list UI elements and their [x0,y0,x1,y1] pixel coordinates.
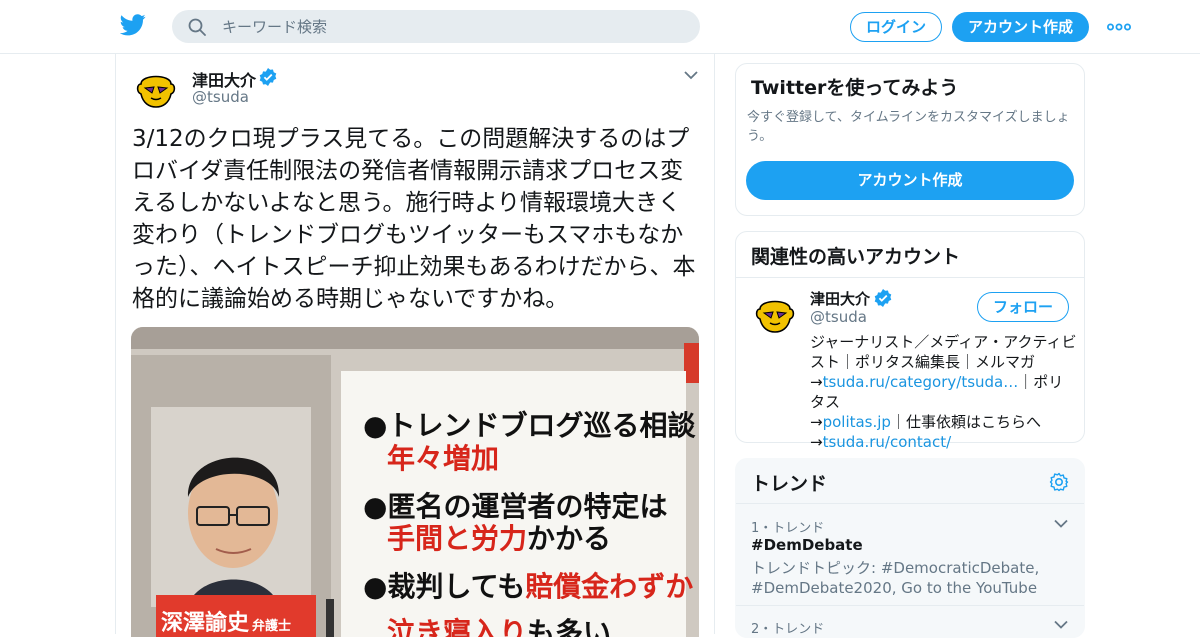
trends-card: トレンド 1・トレンド #DemDebate トレンドトピック: #Democr… [735,458,1085,638]
tweet-media-image[interactable]: ●トレンドブログ巡る相談 年々増加 ●匿名の運営者の特定は 手間と労力かかる ●… [131,327,699,637]
bio-link[interactable]: tsuda.ru/contact/ [823,433,952,451]
trend-hashtag[interactable]: #DemDebate [751,536,863,554]
signup-button[interactable]: アカウント作成 [952,12,1089,42]
signup-card-button[interactable]: アカウント作成 [746,161,1074,200]
related-accounts-card: 関連性の高いアカウント 津田大介 @tsuda フォロー ジャーナリスト／メディ… [735,231,1085,451]
twitter-bird-icon[interactable] [120,14,146,36]
tweet-text: 3/12のクロ現プラス見てる。この問題解決するのはプロバイダ責任制限法の発信者情… [132,126,696,312]
trends-header: トレンド [736,459,1084,504]
related-account-name[interactable]: 津田大介 [810,288,870,309]
verified-badge-icon [259,68,277,86]
author-avatar[interactable] [134,66,178,110]
chevron-down-icon[interactable] [684,70,698,80]
caption-line-6: 泣き寝入りも多い [387,616,612,637]
signup-card-title: Twitterを使ってみよう [751,77,959,99]
napster-logo-icon [754,292,796,334]
tweet-detail: 津田大介 @tsuda 3/12のクロ現プラス見てる。この問題解決するのはプロバ… [115,54,715,637]
gear-icon[interactable] [1049,472,1069,492]
caption-line-5: ●裁判しても賠償金わずか [363,570,694,603]
bio-link[interactable]: tsuda.ru/category/tsuda… [823,373,1019,391]
trends-title: トレンド [751,473,828,495]
search-box[interactable] [172,10,700,43]
trend-item[interactable]: 2・トレンド [736,606,1084,637]
caption-line-2: 年々増加 [387,442,500,475]
chevron-down-icon[interactable] [1054,620,1068,629]
napster-logo-icon [135,67,177,109]
verified-badge-icon [874,289,892,307]
follow-button[interactable]: フォロー [977,292,1069,322]
more-options-icon[interactable] [1107,22,1131,32]
person-name-caption: 深澤諭史 弁護士 [161,610,292,636]
trend-meta: 1・トレンド [751,521,825,536]
search-icon [188,18,206,36]
trend-topics: トレンドトピック: #DemocraticDebate, #DemDebate2… [751,559,1040,597]
top-navigation-bar: ログイン アカウント作成 [0,0,1200,54]
search-input[interactable] [222,10,682,43]
related-account-handle[interactable]: @tsuda [810,308,867,326]
related-accounts-title: 関連性の高いアカウント [751,246,961,268]
author-handle[interactable]: @tsuda [192,88,249,106]
trend-item[interactable]: 1・トレンド #DemDebate トレンドトピック: #DemocraticD… [736,505,1084,606]
trend-meta: 2・トレンド [751,622,825,637]
caption-line-4: 手間と労力かかる [387,522,612,555]
chevron-down-icon[interactable] [1054,519,1068,528]
divider [736,277,1084,278]
login-button[interactable]: ログイン [850,12,942,42]
bio-link[interactable]: politas.jp [823,413,891,431]
signup-card-description: 今すぐ登録して、タイムラインをカスタマイズしましょう。 [747,110,1070,144]
related-account-avatar[interactable] [753,291,797,335]
related-account-bio: ジャーナリスト／メディア・アクティビスト｜ポリタス編集長｜メルマガ →tsuda.… [810,333,1077,451]
signup-card: Twitterを使ってみよう 今すぐ登録して、タイムラインをカスタマイズしましょ… [735,63,1085,216]
